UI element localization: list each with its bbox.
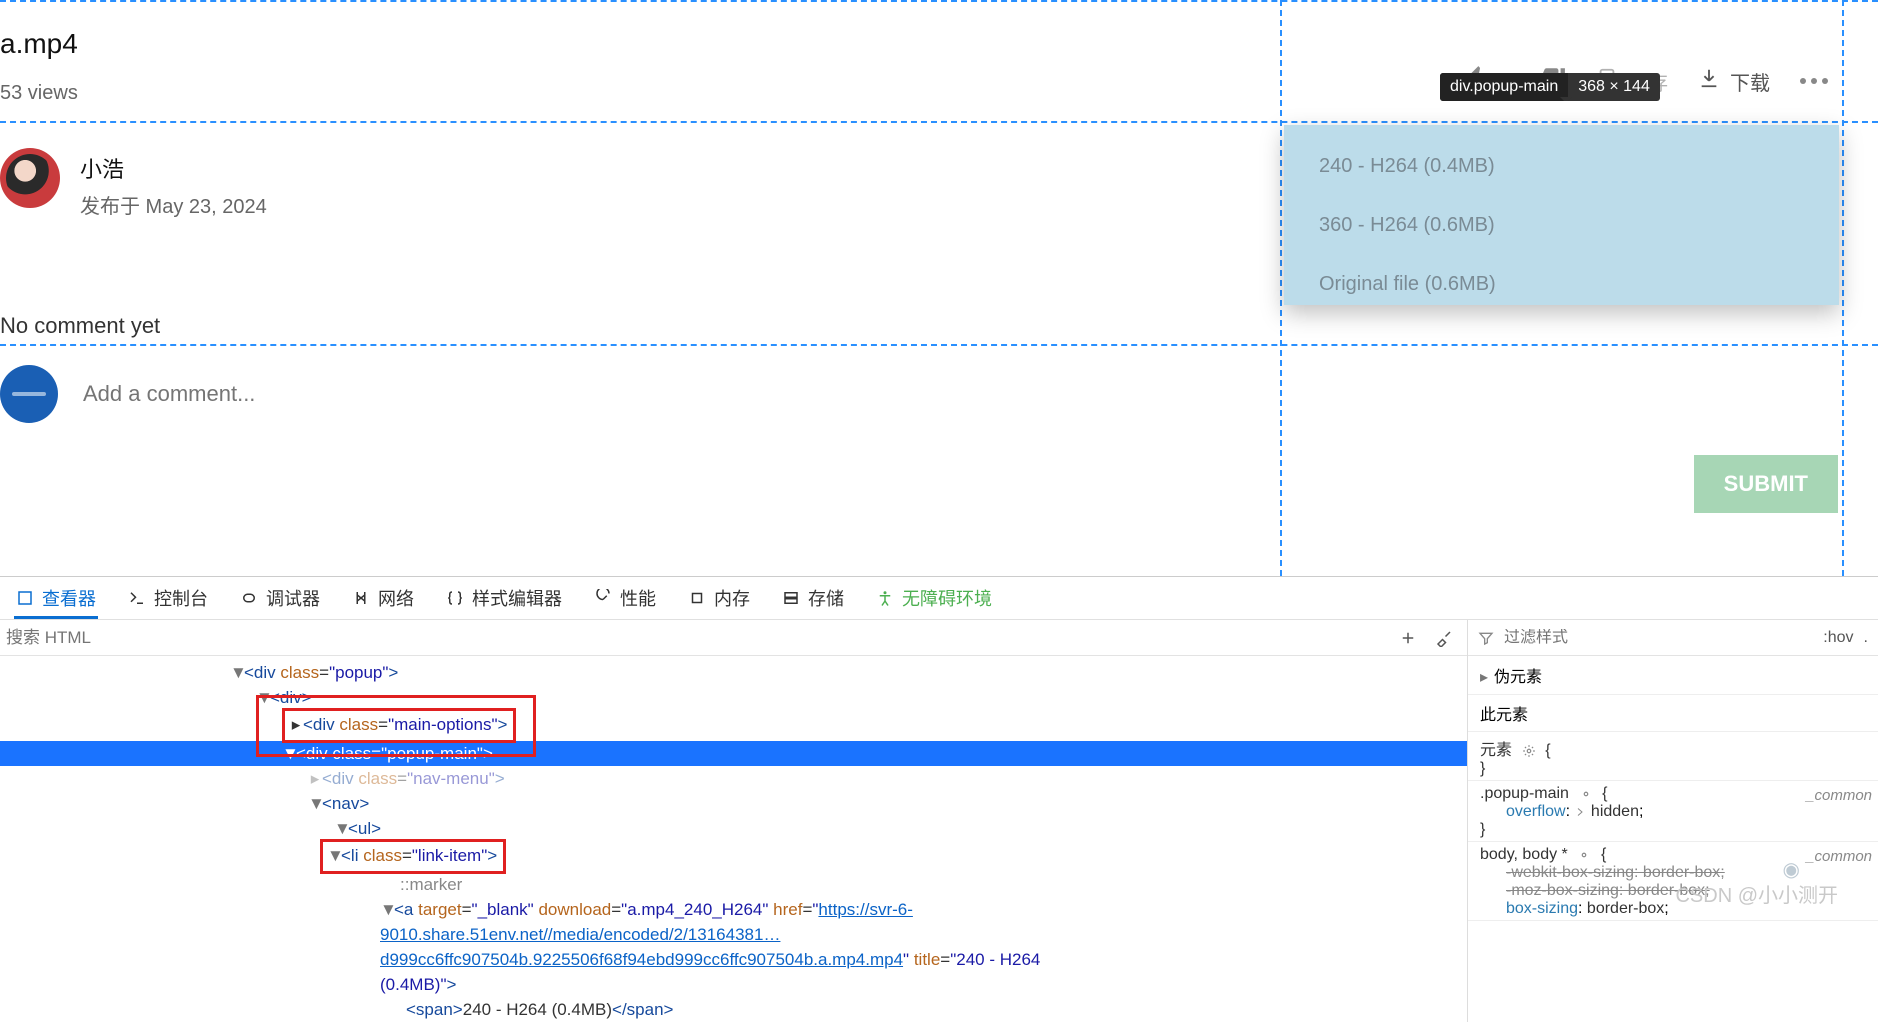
tab-label: 网络 (378, 585, 414, 611)
brush-icon[interactable] (1435, 629, 1453, 647)
dom-tree[interactable]: ▼<div class="popup"> ▼<div> ▸<div class=… (0, 656, 1467, 1022)
tab-label: 性能 (620, 585, 656, 611)
download-icon (1698, 67, 1720, 95)
style-rule[interactable]: _common .popup-main { overflow: hidden; … (1468, 781, 1878, 842)
comment-row (0, 365, 1838, 423)
tab-storage[interactable]: 存储 (780, 577, 846, 619)
tab-accessibility[interactable]: 无障碍环境 (874, 577, 994, 619)
hov-toggle[interactable]: :hov (1823, 629, 1853, 647)
tab-style-editor[interactable]: 样式编辑器 (444, 577, 564, 619)
popup-main-highlight: 240 - H264 (0.4MB) 360 - H264 (0.6MB) Or… (1284, 125, 1839, 305)
no-comment-label: No comment yet (0, 313, 160, 339)
user-avatar[interactable] (0, 365, 58, 423)
publish-date: 发布于 May 23, 2024 (80, 190, 267, 219)
brace: } (1480, 821, 1485, 838)
pseudo-label: 伪元素 (1494, 669, 1542, 686)
rule-selector: body, body * (1480, 846, 1568, 863)
css-prop-value[interactable]: border-box (1587, 900, 1664, 917)
channel-avatar[interactable] (0, 148, 60, 208)
tab-label: 查看器 (42, 585, 96, 611)
pseudo-section[interactable]: ▸伪元素 (1468, 656, 1878, 695)
dot-label: . (1864, 629, 1868, 647)
brace: { (1601, 846, 1606, 863)
brace: { (1602, 785, 1607, 802)
brace: { (1545, 742, 1550, 759)
css-prop-name[interactable]: box-sizing (1506, 900, 1578, 917)
download-label: 下载 (1730, 67, 1770, 96)
tab-performance[interactable]: 性能 (592, 577, 658, 619)
devtools-panel: 查看器 控制台 调试器 网络 样式编辑器 性能 内存 存储 (0, 576, 1878, 918)
tooltip-selector: div.popup-main (1440, 73, 1568, 101)
devtools-tabs: 查看器 控制台 调试器 网络 样式编辑器 性能 内存 存储 (0, 577, 1878, 620)
download-button[interactable]: 下载 (1698, 67, 1770, 96)
views-count: 53 views (0, 82, 78, 105)
tab-console[interactable]: 控制台 (126, 577, 210, 619)
download-option[interactable]: 240 - H264 (0.4MB) (1319, 155, 1804, 178)
brace: } (1480, 760, 1485, 777)
more-button[interactable] (1800, 78, 1828, 84)
rule-selector: .popup-main (1480, 785, 1569, 802)
gear-icon[interactable] (1579, 787, 1593, 801)
tab-label: 存储 (808, 585, 844, 611)
a11y-icon (876, 589, 894, 607)
tab-label: 无障碍环境 (902, 585, 992, 611)
submit-button[interactable]: SUBMIT (1694, 455, 1838, 513)
download-option[interactable]: Original file (0.6MB) (1319, 273, 1804, 296)
gauge-icon (594, 589, 612, 607)
tab-debugger[interactable]: 调试器 (238, 577, 322, 619)
tab-label: 内存 (714, 585, 750, 611)
memory-icon (688, 589, 706, 607)
source-label: _common (1806, 787, 1872, 804)
gear-icon[interactable] (1577, 848, 1591, 862)
style-rule[interactable]: 元素 { } (1468, 732, 1878, 781)
watermark: CSDN @小小测开 (1675, 879, 1838, 908)
css-prop-value[interactable]: hidden (1591, 803, 1639, 820)
gear-icon[interactable] (1522, 744, 1536, 758)
braces-icon (446, 589, 464, 607)
download-option[interactable]: 360 - H264 (0.6MB) (1319, 214, 1804, 237)
styles-filter-input[interactable] (1504, 629, 1813, 647)
plus-icon[interactable] (1399, 629, 1417, 647)
tooltip-dimensions: 368 × 144 (1568, 73, 1660, 101)
dom-search-input[interactable] (0, 628, 1385, 648)
rule-selector: 元素 (1480, 742, 1512, 759)
network-icon (352, 589, 370, 607)
console-icon (128, 589, 146, 607)
styles-panel: :hov . ▸伪元素 此元素 元素 { } _common .popup-ma… (1468, 620, 1878, 1022)
channel-name[interactable]: 小浩 (80, 152, 267, 184)
tab-network[interactable]: 网络 (350, 577, 416, 619)
more-icon (1800, 78, 1828, 84)
source-label: _common (1806, 848, 1872, 865)
tab-label: 样式编辑器 (472, 585, 562, 611)
tab-memory[interactable]: 内存 (686, 577, 752, 619)
caret-icon[interactable] (1574, 806, 1586, 818)
this-element-label: 此元素 (1468, 695, 1878, 732)
storage-icon (782, 589, 800, 607)
tab-label: 调试器 (266, 585, 320, 611)
css-prop-name[interactable]: overflow (1506, 803, 1566, 820)
square-icon (16, 589, 34, 607)
video-title: a.mp4 (0, 28, 78, 60)
comment-input[interactable] (83, 381, 1838, 407)
tab-inspector[interactable]: 查看器 (14, 577, 98, 619)
tab-label: 控制台 (154, 585, 208, 611)
debugger-icon (240, 589, 258, 607)
channel-row: 小浩 发布于 May 23, 2024 (0, 148, 267, 219)
inspector-tooltip: div.popup-main 368 × 144 (1440, 73, 1660, 101)
funnel-icon[interactable] (1478, 630, 1494, 646)
dom-tree-panel: ▼<div class="popup"> ▼<div> ▸<div class=… (0, 620, 1468, 1022)
